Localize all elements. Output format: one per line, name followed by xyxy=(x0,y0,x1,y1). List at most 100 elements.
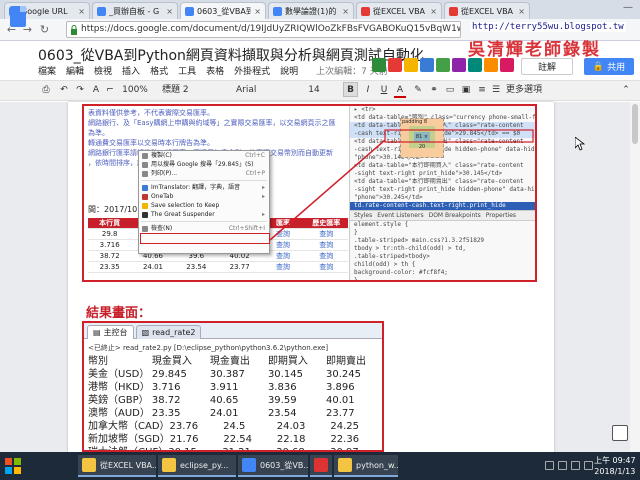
windows-start-icon[interactable] xyxy=(4,457,22,475)
comment-icon[interactable]: ▭ xyxy=(444,83,456,98)
devtools-dom-line[interactable]: -sight text-right print_hide">30.145</td… xyxy=(350,170,535,178)
print-icon[interactable]: ⎙ xyxy=(40,83,52,98)
menu-item[interactable]: 編輯 xyxy=(66,64,84,77)
spellcheck-icon[interactable]: A xyxy=(90,83,102,98)
table-link[interactable]: 查詢 xyxy=(304,251,348,262)
tab-close-icon[interactable]: × xyxy=(342,7,349,16)
notice-line: 轉通費交易匯率以交易時本行牌告為準。 xyxy=(88,139,214,147)
context-menu-item[interactable]: OneTab ▸ xyxy=(139,192,269,201)
devtools-tab[interactable]: Styles xyxy=(354,212,372,219)
menu-item[interactable]: 檔案 xyxy=(38,64,56,77)
tab-close-icon[interactable]: × xyxy=(430,7,437,16)
zoom-select[interactable]: 100% xyxy=(120,83,150,98)
context-menu-item[interactable]: 用以搜尋 Google 搜尋「29.845」(S) xyxy=(139,160,269,169)
italic-button[interactable]: I xyxy=(362,83,374,98)
table-link[interactable]: 查詢 xyxy=(304,240,348,251)
undo-icon[interactable]: ↶ xyxy=(58,83,70,98)
browser-tab[interactable]: 0603_從VBA到 × xyxy=(180,2,266,19)
browser-tab[interactable]: 從EXCEL VBA × xyxy=(444,2,530,19)
browser-menu-icon[interactable]: — xyxy=(620,2,636,17)
devtools-dom-line[interactable]: "phone">30.245</td> xyxy=(350,194,535,202)
embedded-screenshot-console[interactable]: ▤ 主控台 ▧ read_rate2 <已終止> read_rate2.py [D:\… xyxy=(82,321,384,452)
redo-icon[interactable]: ↷ xyxy=(74,83,86,98)
context-menu-item[interactable]: 複製(C) Ctrl+C xyxy=(139,151,269,160)
menu-item[interactable]: 工具 xyxy=(178,64,196,77)
text-color-button[interactable]: A xyxy=(394,83,406,98)
share-button[interactable]: 🔒 共用 xyxy=(584,58,634,75)
devtools-tab[interactable]: DOM Breakpoints xyxy=(429,212,481,219)
devtools-tab[interactable]: Properties xyxy=(486,212,516,219)
addon-icon[interactable] xyxy=(452,58,466,72)
menu-item[interactable]: 說明 xyxy=(280,64,298,77)
addon-icon[interactable] xyxy=(404,58,418,72)
browser-tab[interactable]: 從EXCEL VBA × xyxy=(356,2,442,19)
menu-item[interactable]: 格式 xyxy=(150,64,168,77)
context-menu-item[interactable]: 列印(P)... Ctrl+P xyxy=(139,169,269,178)
taskbar-item[interactable]: 從EXCEL VBA... xyxy=(78,455,156,477)
underline-button[interactable]: U xyxy=(378,83,390,98)
image-icon[interactable]: ▣ xyxy=(460,83,472,98)
addon-icon[interactable] xyxy=(436,58,450,72)
addon-icon[interactable] xyxy=(388,58,402,72)
context-menu-item[interactable]: 檢查(N) Ctrl+Shift+I xyxy=(139,224,269,233)
taskbar-item[interactable]: 0603_從VB... xyxy=(238,455,308,477)
align-icon[interactable]: ≡ xyxy=(476,83,488,98)
table-link[interactable]: 查詢 xyxy=(261,262,305,273)
style-select[interactable]: 標題 2 xyxy=(162,83,218,98)
tab-close-icon[interactable]: × xyxy=(78,7,85,16)
comment-button[interactable]: 註解 xyxy=(521,58,573,75)
browser-tab[interactable]: _買辦自板 - G × xyxy=(92,2,178,19)
input-method-icon[interactable] xyxy=(571,461,580,470)
taskbar-clock[interactable]: 上午 09:47 2018/1/13 xyxy=(594,455,636,477)
taskbar-item[interactable] xyxy=(310,455,332,477)
addon-icon[interactable] xyxy=(500,58,514,72)
addon-icon[interactable] xyxy=(372,58,386,72)
browser-tab[interactable]: 數學論證(1)的 × xyxy=(268,2,354,19)
context-menu-item[interactable]: ImTranslator: 翻譯，字典，語音 ▸ xyxy=(139,183,269,192)
document-title[interactable]: 0603_從VBA到Python網頁資料擷取與分析與網頁測試自動化 xyxy=(38,45,424,65)
link-icon[interactable]: ⚭ xyxy=(428,83,440,98)
url-field[interactable]: https://docs.google.com/document/d/19IJd… xyxy=(66,21,461,38)
addon-icon[interactable] xyxy=(420,58,434,72)
table-link[interactable]: 查詢 xyxy=(304,229,348,240)
more-options-button[interactable]: 更多選項 xyxy=(506,83,556,98)
console-tab[interactable]: ▤ 主控台 xyxy=(87,325,134,339)
addon-icon[interactable] xyxy=(468,58,482,72)
devtools-dom-line[interactable]: td.rate-content-cash.text-right.print_hi… xyxy=(350,202,535,210)
highlight-icon[interactable]: ✎ xyxy=(412,83,424,98)
paint-format-icon[interactable]: ⌐ xyxy=(104,83,116,98)
devtools-dom-line[interactable]: -sight text-right print_hide hidden-phon… xyxy=(350,186,535,194)
list-icon[interactable]: ☰ xyxy=(490,83,502,98)
taskbar-app-icon xyxy=(82,458,96,472)
console-tab[interactable]: ▧ read_rate2 xyxy=(135,325,202,339)
menu-item[interactable]: 插入 xyxy=(122,64,140,77)
context-menu-item[interactable]: The Great Suspender ▸ xyxy=(139,210,269,219)
network-icon[interactable] xyxy=(545,461,554,470)
devtools-tab[interactable]: Event Listeners xyxy=(377,212,423,219)
bold-button[interactable]: B xyxy=(343,82,358,97)
font-size-select[interactable]: 14 xyxy=(302,83,326,98)
notification-icon[interactable] xyxy=(584,461,593,470)
tab-close-icon[interactable]: × xyxy=(254,7,261,16)
menu-item[interactable]: 檢視 xyxy=(94,64,112,77)
tab-close-icon[interactable]: × xyxy=(518,7,525,16)
menu-item[interactable]: 表格 xyxy=(206,64,224,77)
reload-icon[interactable]: ↻ xyxy=(37,22,52,37)
vertical-scrollbar[interactable] xyxy=(630,102,640,452)
volume-icon[interactable] xyxy=(558,461,567,470)
tab-close-icon[interactable]: × xyxy=(166,7,173,16)
taskbar-item[interactable]: eclipse_py... xyxy=(158,455,236,477)
collapse-menu-icon[interactable]: ⌃ xyxy=(620,83,632,98)
devtools-dom-line[interactable]: <td data-table="本行即期買入" class="rate-cont… xyxy=(350,162,535,170)
devtools-dom-line[interactable]: ▸ <tr> xyxy=(350,106,535,114)
devtools-dom-line[interactable]: <td data-table="本行即期賣出" class="rate-cont… xyxy=(350,178,535,186)
taskbar-item[interactable]: python_w... xyxy=(334,455,398,477)
context-menu-item[interactable]: Save selection to Keep xyxy=(139,201,269,210)
table-link[interactable]: 查詢 xyxy=(304,262,348,273)
font-select[interactable]: Arial xyxy=(236,83,292,98)
menu-item[interactable]: 外掛程式 xyxy=(234,64,270,77)
scrollbar-thumb[interactable] xyxy=(632,104,638,144)
explore-icon[interactable] xyxy=(612,425,628,441)
docs-logo-icon[interactable] xyxy=(10,6,26,27)
addon-icon[interactable] xyxy=(484,58,498,72)
